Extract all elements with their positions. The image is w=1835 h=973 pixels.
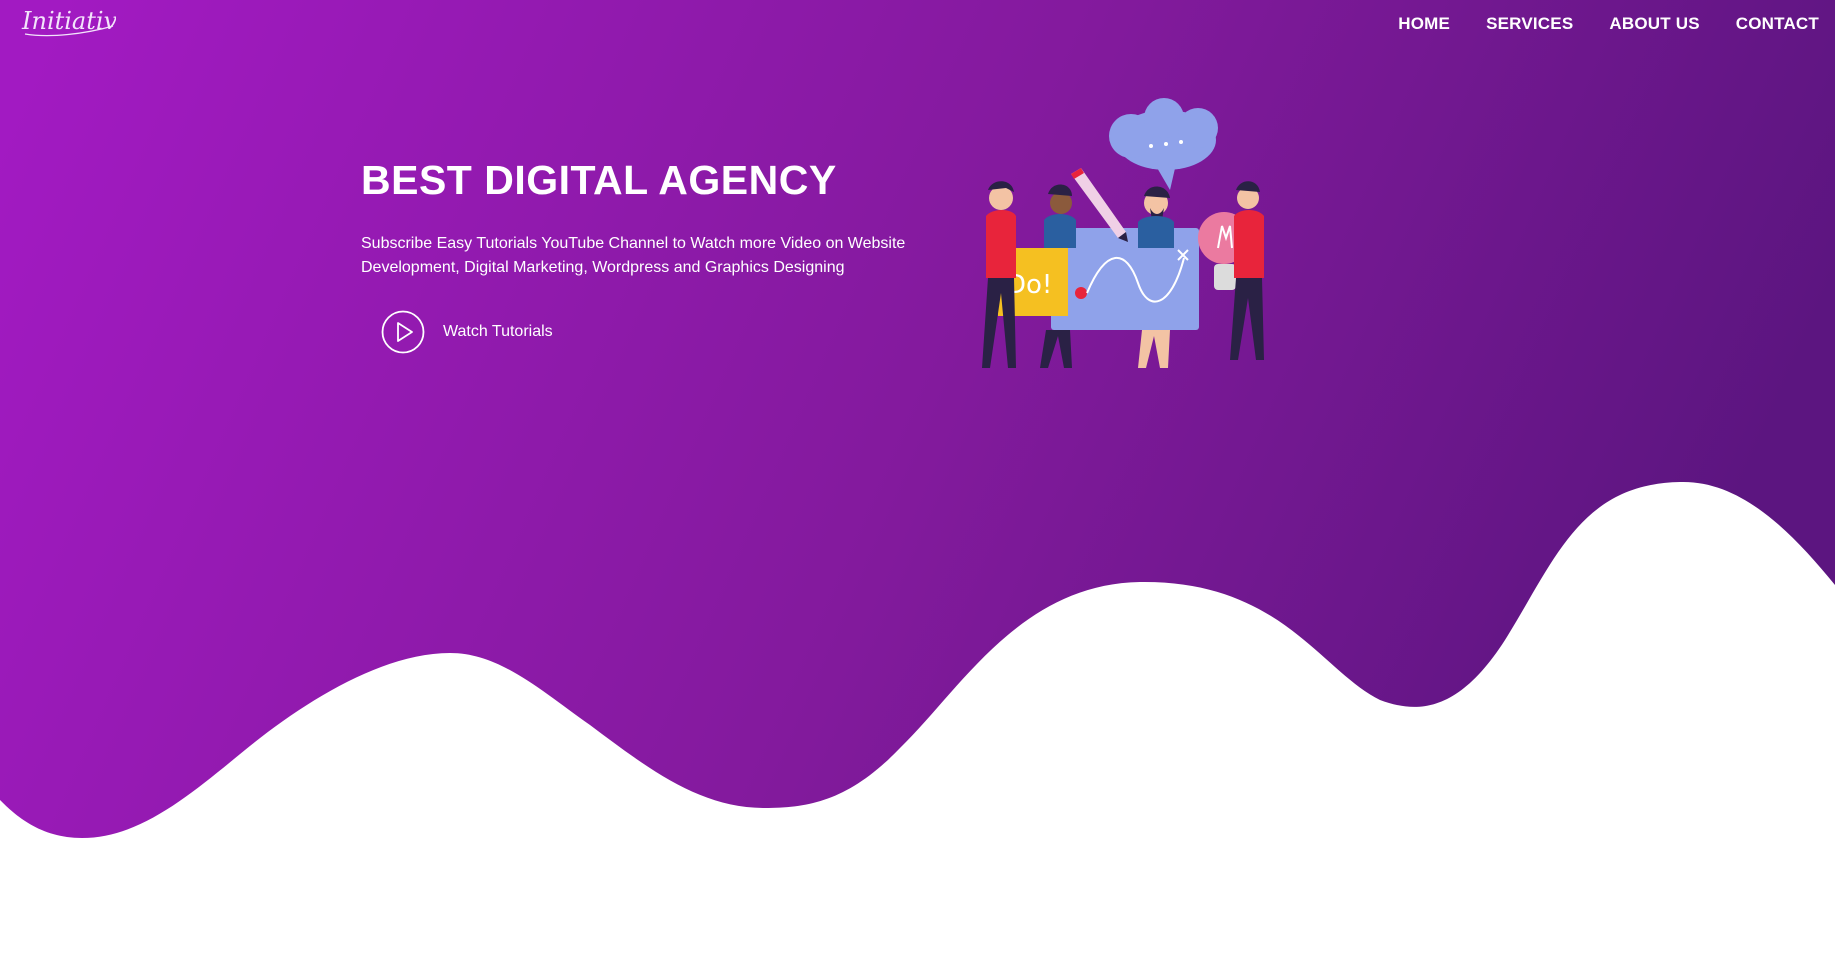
team-illustration: Do! [982,98,1264,368]
person-left [982,181,1016,368]
nav-link-home[interactable]: HOME [1398,12,1450,36]
hero-background [0,0,1835,838]
hero-description: Subscribe Easy Tutorials YouTube Channel… [361,235,906,276]
initiative-logo[interactable]: Initiative [20,4,116,40]
nav-item-contact: CONTACT [1736,12,1819,36]
watch-tutorials-button[interactable]: Watch Tutorials [381,310,921,354]
main-nav: HOME SERVICES ABOUT US CONTACT [1398,12,1819,36]
person-right [1230,181,1264,360]
hero-content: BEST DIGITAL AGENCY Subscribe Easy Tutor… [361,152,921,354]
nav-link-about-us[interactable]: ABOUT US [1609,12,1699,36]
hero-title: BEST DIGITAL AGENCY [361,157,837,203]
watch-tutorials-label: Watch Tutorials [443,323,553,340]
landing-page: Initiative HOME SERVICES ABOUT US CONTAC… [0,0,1835,973]
thought-cloud-icon [1109,98,1218,190]
logo-wordmark: Initiative [21,7,116,35]
nav-item-about-us: ABOUT US [1609,12,1699,36]
nav-item-services: SERVICES [1486,12,1573,36]
nav-link-services[interactable]: SERVICES [1486,12,1573,36]
nav-link-contact[interactable]: CONTACT [1736,12,1819,36]
play-circle-icon [381,310,425,354]
nav-item-home: HOME [1398,12,1450,36]
purple-wave-shape [0,0,1835,838]
